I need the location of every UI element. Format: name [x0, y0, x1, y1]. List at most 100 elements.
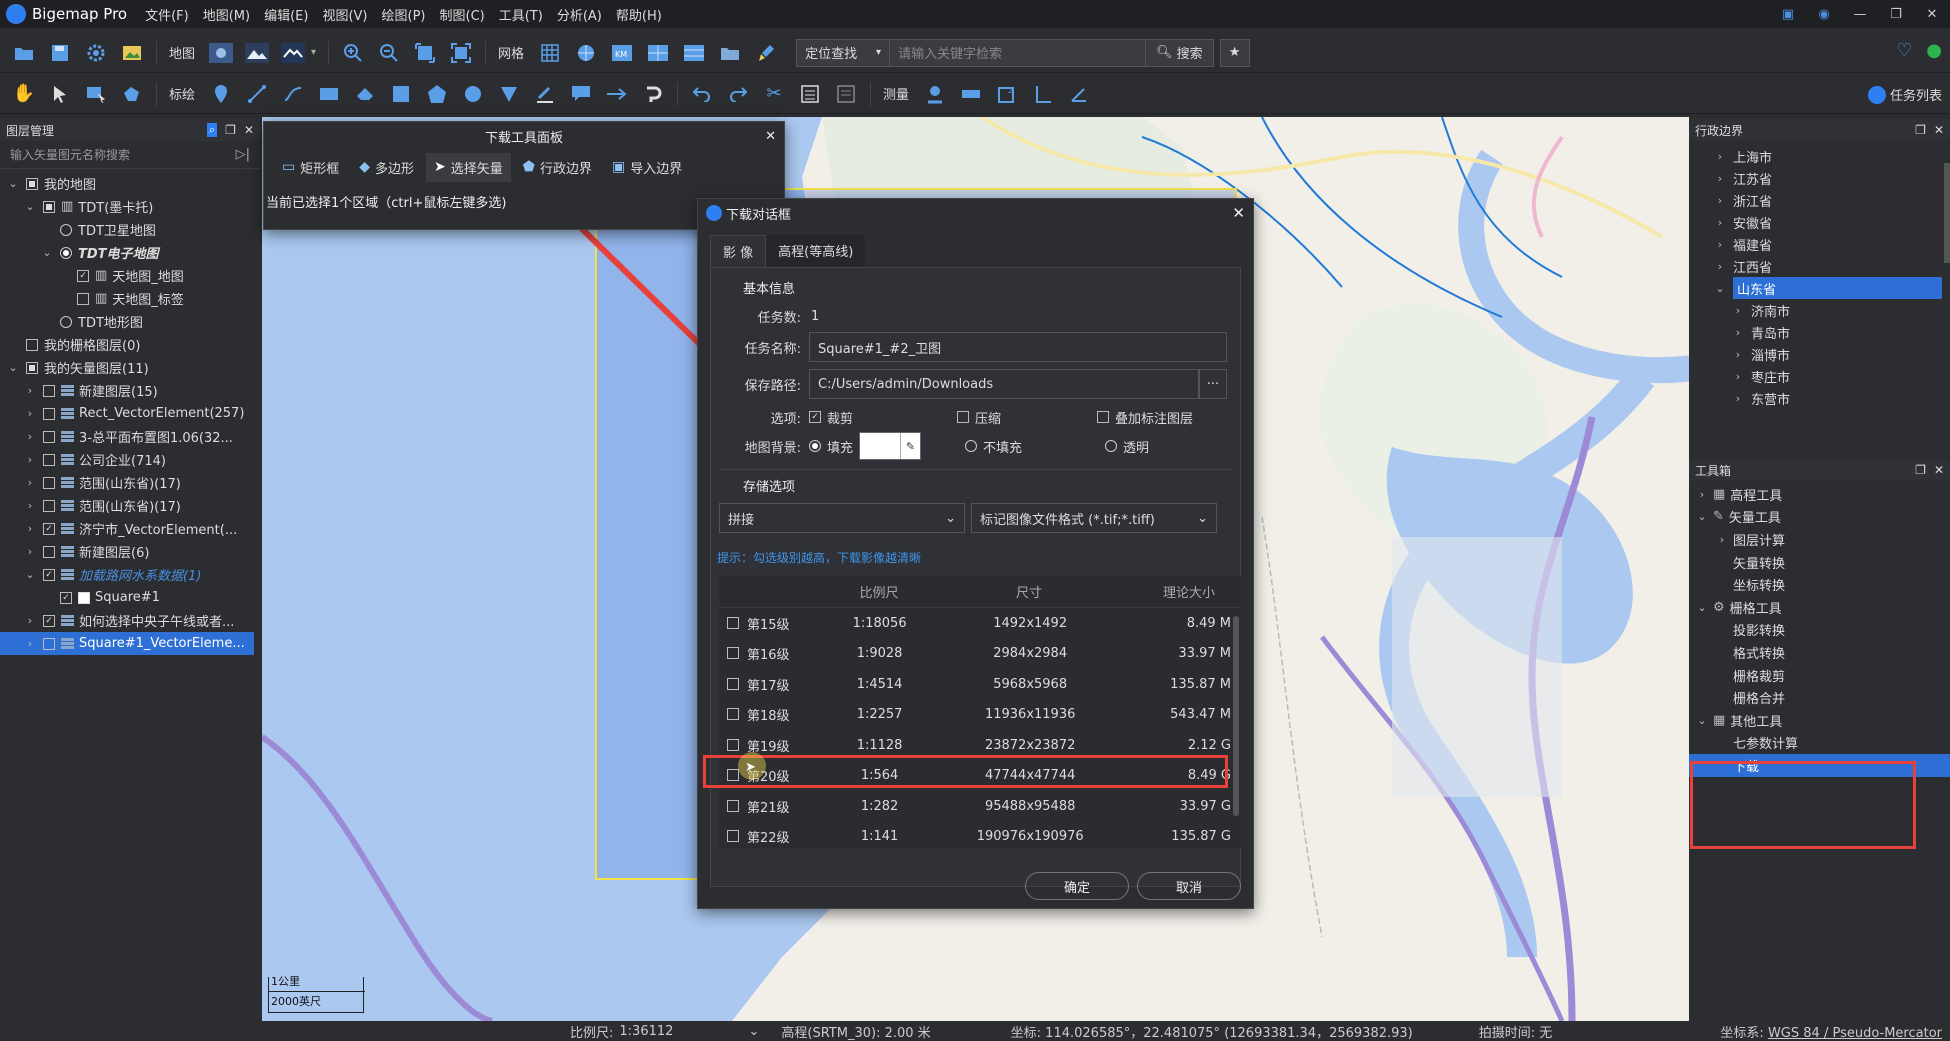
menu-item[interactable]: 制图(C) [440, 9, 485, 24]
chevron-right-icon[interactable]: › [1713, 172, 1727, 185]
task-name-input[interactable]: Square#1_#2_卫图 [809, 332, 1227, 362]
chevron-down-icon[interactable]: ⌄ [23, 568, 37, 581]
chevron-right-icon[interactable]: › [23, 476, 37, 489]
close-window-button[interactable]: ✕ [1914, 7, 1950, 22]
layer-tree-item[interactable]: TDT地形图 [0, 310, 260, 333]
layer-tree-item[interactable]: ⌄ ▥ TDT(墨卡托) [0, 195, 260, 218]
checkbox-icon[interactable] [43, 499, 55, 512]
radio-icon[interactable] [60, 246, 72, 259]
table-row[interactable]: 第20级 1:564 47744x47744 8.49 G [719, 761, 1241, 792]
ok-button[interactable]: 确定 [1025, 872, 1129, 900]
chevron-down-icon[interactable]: ⌄ [1713, 282, 1727, 295]
radio-icon[interactable] [60, 223, 72, 236]
save-path-input[interactable]: C:/Users/admin/Downloads [809, 369, 1199, 399]
chevron-right-icon[interactable]: › [23, 614, 37, 627]
fill-color-picker[interactable]: ✎ [859, 432, 922, 460]
layer-tree-item[interactable]: ⌄ TDT电子地图 [0, 241, 260, 264]
point-marker-icon[interactable] [208, 81, 234, 107]
search-icon[interactable]: ⌕ [207, 123, 218, 137]
bg-fill-radio[interactable]: 填充 [809, 437, 853, 456]
chevron-down-icon[interactable]: ⌄ [40, 246, 54, 259]
label-icon[interactable] [568, 81, 594, 107]
download-tool-button[interactable]: ⬟ 行政边界 [515, 153, 600, 182]
checkbox-icon[interactable]: ✓ [43, 568, 55, 581]
chevron-right-icon[interactable]: › [1731, 370, 1745, 383]
storage-mode-select[interactable]: 拼接 ⌄ [719, 503, 965, 533]
checkbox-icon[interactable] [77, 292, 89, 305]
pentagon-icon[interactable] [424, 81, 450, 107]
pan-hand-icon[interactable]: ✋ [11, 81, 37, 107]
chevron-down-icon[interactable]: ⌄ [6, 177, 20, 190]
admin-tree-item[interactable]: › 安徽省 [1689, 211, 1950, 233]
checkbox-icon[interactable] [43, 384, 55, 397]
checkbox-icon[interactable] [727, 677, 739, 690]
mgrs-grid-icon[interactable] [681, 40, 707, 66]
map-dropdown-icon[interactable]: ▾ [311, 47, 316, 58]
wechat-icon[interactable]: ● [1926, 40, 1942, 61]
crop-checkbox[interactable]: ✓ 裁剪 [809, 408, 951, 427]
layer-tree-item[interactable]: › 范围(山东省)(17) [0, 471, 260, 494]
tab-imagery[interactable]: 影 像 [710, 235, 767, 267]
chevron-right-icon[interactable]: › [23, 453, 37, 466]
measure-point-icon[interactable] [922, 81, 948, 107]
chevron-right-icon[interactable]: › [1713, 194, 1727, 207]
measure-area-icon[interactable]: 2 [994, 81, 1020, 107]
utm-grid-icon[interactable] [645, 40, 671, 66]
square-shape-icon[interactable] [388, 81, 414, 107]
toolbox-item[interactable]: ⌄ ✎ 矢量工具 [1689, 506, 1950, 529]
chevron-down-icon[interactable]: ⌄ [1695, 714, 1709, 727]
menu-item[interactable]: 视图(V) [322, 9, 367, 24]
checkbox-icon[interactable] [727, 830, 739, 843]
terrain-map-icon[interactable] [244, 40, 270, 66]
text-underline-icon[interactable] [532, 81, 558, 107]
chevron-right-icon[interactable]: › [1731, 392, 1745, 405]
checkbox-icon[interactable]: ✓ [43, 522, 55, 535]
storage-format-select[interactable]: 标记图像文件格式 (*.tif;*.tiff) ⌄ [971, 503, 1217, 533]
layer-filter-input[interactable]: 输入矢量图元名称搜索 ▷| [0, 141, 260, 169]
sector-icon[interactable] [496, 81, 522, 107]
chevron-right-icon[interactable]: › [23, 430, 37, 443]
chevron-right-icon[interactable]: › [1731, 304, 1745, 317]
rectangle-icon[interactable] [316, 81, 342, 107]
scissors-icon[interactable]: ✂ [761, 81, 787, 107]
street-map-icon[interactable] [280, 40, 306, 66]
layer-tree-item[interactable]: ⌄ 我的矢量图层(11) [0, 356, 260, 379]
curve-icon[interactable] [280, 81, 306, 107]
hook-icon[interactable] [640, 81, 666, 107]
user-icon[interactable]: ◉ [1806, 7, 1842, 22]
checkbox-icon[interactable] [727, 647, 739, 660]
download-tool-button[interactable]: ◆ 多边形 [351, 153, 422, 182]
menu-item[interactable]: 地图(M) [203, 9, 250, 24]
checkbox-icon[interactable] [43, 637, 55, 650]
admin-tree-item[interactable]: › 济南市 [1689, 299, 1950, 321]
menu-item[interactable]: 编辑(E) [264, 9, 308, 24]
chevron-down-icon[interactable]: ⌄ [6, 361, 20, 374]
zoom-in-icon[interactable] [340, 40, 366, 66]
chevron-right-icon[interactable]: › [1731, 326, 1745, 339]
select-arrow-icon[interactable] [47, 81, 73, 107]
chevron-right-icon[interactable]: › [1713, 150, 1727, 163]
checkbox-icon[interactable] [43, 200, 55, 213]
admin-tree-item[interactable]: › 江西省 [1689, 255, 1950, 277]
layer-tree-item[interactable]: 我的栅格图层(0) [0, 333, 260, 356]
polyline-icon[interactable] [244, 81, 270, 107]
restore-button[interactable]: ❐ [1878, 7, 1914, 22]
download-tool-button[interactable]: ➤ 选择矢量 [426, 152, 511, 182]
admin-tree-item[interactable]: ⌄ 山东省 [1689, 277, 1950, 299]
open-folder-icon[interactable] [11, 40, 37, 66]
checkbox-icon[interactable] [43, 430, 55, 443]
admin-tree-item[interactable]: › 浙江省 [1689, 189, 1950, 211]
scale-select[interactable]: 1:36112 ⌄ [619, 1024, 759, 1039]
folder-icon[interactable] [717, 40, 743, 66]
list-icon[interactable] [833, 81, 859, 107]
toolbox-item[interactable]: 栅格裁剪 [1689, 664, 1950, 687]
checkbox-icon[interactable] [43, 476, 55, 489]
layer-tree-item[interactable]: › 新建图层(15) [0, 379, 260, 402]
search-input[interactable]: 请输入关键字检索 [890, 38, 1147, 67]
menu-item[interactable]: 文件(F) [145, 9, 189, 24]
layer-tree-item[interactable]: › 公司企业(714) [0, 448, 260, 471]
menu-item[interactable]: 帮助(H) [616, 9, 662, 24]
polygon-select-icon[interactable] [119, 81, 145, 107]
brush-icon[interactable] [753, 40, 779, 66]
compress-checkbox[interactable]: 压缩 [951, 408, 1091, 427]
